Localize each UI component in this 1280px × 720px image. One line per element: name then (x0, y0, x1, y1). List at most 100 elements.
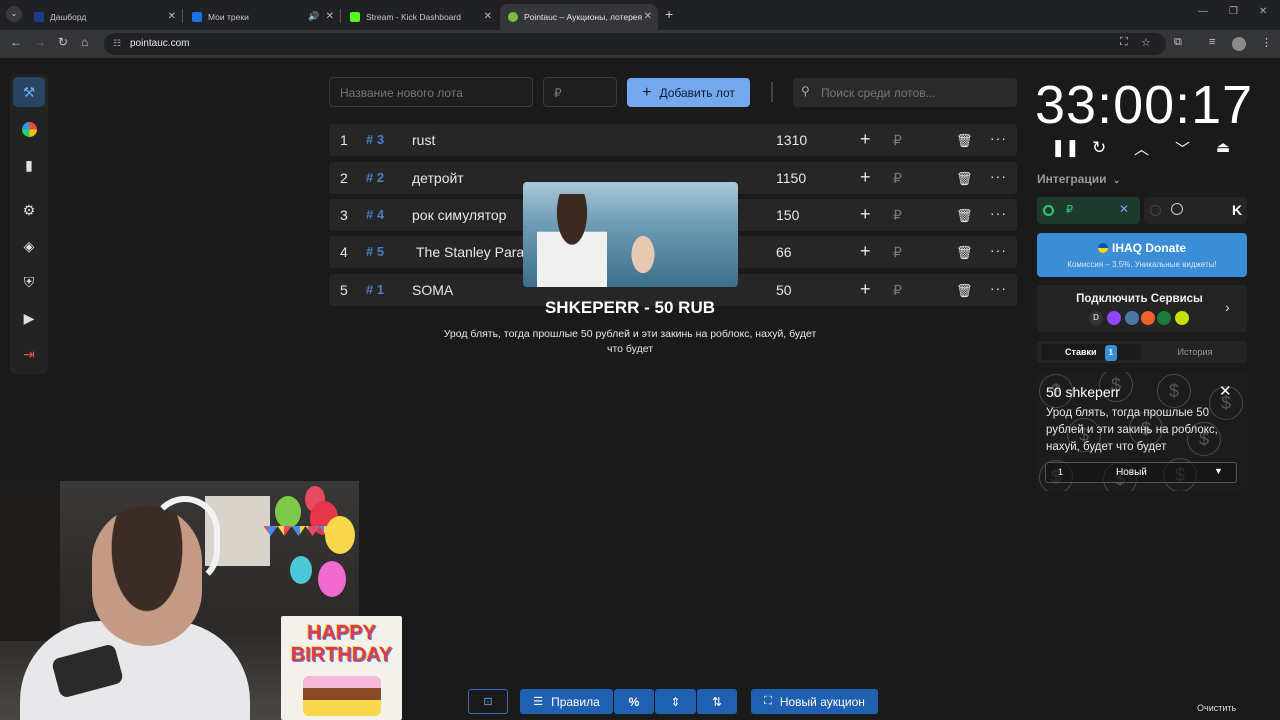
close-tab-icon[interactable]: ✕ (168, 11, 176, 22)
add-amount-icon[interactable]: + (860, 167, 871, 188)
lot-name[interactable]: rust (412, 132, 435, 148)
close-icon[interactable]: ✕ (1119, 202, 1129, 216)
sidebar-item-auction[interactable]: ⚒ (13, 77, 45, 107)
bet-lot-select[interactable]: 1 Новый ▼ (1045, 462, 1237, 483)
lot-row[interactable]: 1 # 3 rust 1310 + ₽ 🗑 ··· (329, 124, 1017, 156)
lot-amount[interactable]: 50 (776, 282, 792, 298)
extensions-icon[interactable]: ⧉ (1174, 36, 1182, 49)
close-tab-icon[interactable]: ✕ (326, 11, 334, 22)
home-icon[interactable]: ⌂ (81, 35, 88, 49)
close-icon[interactable]: ✕ (1219, 382, 1232, 400)
sidebar-item-security[interactable]: ⛨ (13, 267, 45, 297)
add-amount-icon[interactable]: + (860, 204, 871, 225)
sidebar-item-layers[interactable]: ◈ (13, 231, 45, 261)
integrations-toggle[interactable]: Интеграции ⌄ (1037, 172, 1120, 186)
browser-menu-icon[interactable]: ⋮ (1261, 36, 1272, 49)
bar-chart-icon: ▮ (25, 156, 33, 173)
close-tab-icon[interactable]: ✕ (643, 11, 652, 22)
lot-name[interactable]: детройт (412, 170, 464, 186)
close-tab-icon[interactable]: ✕ (484, 11, 492, 22)
browser-tab-tracks[interactable]: Мои треки 🔊 ✕ (184, 4, 340, 30)
plus-icon: + (642, 83, 652, 101)
save-slot-button[interactable]: ⊡ (468, 689, 508, 714)
trash-icon[interactable]: 🗑 (956, 171, 973, 187)
lot-name[interactable]: рок симулятор (412, 207, 506, 223)
more-options-icon[interactable]: ··· (990, 280, 1007, 296)
media-control-icon[interactable]: ≡ (1209, 36, 1215, 48)
speaker-icon[interactable]: 🔊 (308, 11, 319, 22)
new-auction-icon: ⛶ (764, 695, 772, 707)
add-amount-icon[interactable]: + (860, 241, 871, 262)
lot-amount-currency[interactable]: ₽ (893, 132, 902, 149)
integration-kick[interactable]: K (1144, 197, 1247, 224)
lot-amount[interactable]: 1150 (776, 170, 806, 186)
trash-icon[interactable]: 🗑 (956, 208, 973, 224)
integrations-label: Интеграции (1037, 172, 1107, 186)
status-radio-active[interactable] (1043, 205, 1054, 216)
tab-history[interactable]: История (1145, 344, 1245, 360)
lot-amount-currency[interactable]: ₽ (893, 207, 902, 224)
lot-name[interactable]: SOMA (412, 282, 453, 298)
new-lot-amount-input[interactable]: ₽ (543, 77, 617, 107)
bookmark-star-icon[interactable]: ☆ (1141, 36, 1151, 49)
bet-card[interactable]: $ $ $ $ $ $ $ $ $ $ 50 shkeperr ✕ Урод б… (1037, 372, 1247, 491)
more-options-icon[interactable]: ··· (990, 242, 1007, 258)
sidebar-item-statistics[interactable]: ▮ (13, 150, 45, 180)
back-icon[interactable]: ← (10, 35, 22, 49)
lot-amount[interactable]: 150 (776, 207, 799, 223)
percent-button[interactable]: % (614, 689, 654, 714)
sidebar-item-settings[interactable]: ⚙ (13, 195, 45, 225)
sort-button[interactable]: ⇅ (697, 689, 737, 714)
new-tab-icon[interactable]: + (665, 6, 673, 22)
sidebar-item-video[interactable]: ▶ (13, 303, 45, 333)
browser-tab-pointauc[interactable]: Pointauc – Аукционы, лотерея ✕ (500, 4, 658, 30)
clear-bets-button[interactable]: Очистить (1197, 703, 1236, 713)
more-options-icon[interactable]: ··· (990, 168, 1007, 184)
rules-button[interactable]: ☰ Правила (520, 689, 613, 714)
lot-search-input[interactable]: ⚲ Поиск среди лотов... (793, 78, 1017, 107)
lot-name[interactable]: The Stanley Para (416, 244, 524, 260)
reset-timer-icon[interactable]: ↻ (1092, 138, 1106, 158)
integration-donationalerts[interactable]: ₽ ✕ (1037, 197, 1140, 224)
site-info-icon[interactable]: ☷ (113, 38, 121, 49)
close-window-icon[interactable]: ✕ (1259, 6, 1267, 17)
tab-list-icon[interactable]: ⌄ (6, 6, 22, 22)
trash-icon[interactable]: 🗑 (956, 245, 973, 261)
timer-max-icon[interactable]: ⏏ (1216, 138, 1230, 156)
pause-icon[interactable]: ❚❚ (1051, 138, 1080, 158)
new-lot-name-input[interactable]: Название нового лота (329, 77, 533, 107)
minimize-window-icon[interactable]: — (1198, 6, 1208, 17)
translate-icon[interactable]: ⛶ (1120, 36, 1128, 49)
reload-icon[interactable]: ↻ (58, 35, 68, 49)
tab-bets[interactable]: Ставки 1 (1041, 344, 1141, 361)
trash-icon[interactable]: 🗑 (956, 283, 973, 299)
ihaq-donate-banner[interactable]: IHAQ Donate Комиссия – 3,5%. Уникальные … (1037, 233, 1247, 277)
new-auction-button[interactable]: ⛶ Новый аукцион (751, 689, 878, 714)
status-radio-inactive[interactable] (1150, 205, 1161, 216)
lot-amount[interactable]: 1310 (776, 132, 807, 148)
add-amount-icon[interactable]: + (860, 129, 871, 150)
restore-window-icon[interactable]: ❐ (1229, 6, 1238, 17)
lot-amount-currency[interactable]: ₽ (893, 282, 902, 299)
align-button[interactable]: ⇕ (655, 689, 696, 714)
connect-services-button[interactable]: Подключить Сервисы D › (1037, 285, 1247, 332)
url-field[interactable]: ☷ pointauc.com (104, 33, 1166, 55)
add-amount-icon[interactable]: + (860, 279, 871, 300)
sidebar-item-logout[interactable]: ⇥ (13, 339, 45, 369)
auction-timer: 33:00:17 (1035, 75, 1254, 135)
sidebar-item-wheel[interactable] (13, 114, 45, 144)
more-options-icon[interactable]: ··· (990, 205, 1007, 221)
timer-down-icon[interactable]: ﹀ (1175, 138, 1190, 159)
browser-tab-dashboard[interactable]: Дашборд ✕ (26, 4, 182, 30)
add-lot-button[interactable]: + Добавить лот (627, 78, 750, 107)
lot-amount-currency[interactable]: ₽ (893, 170, 902, 187)
lot-amount[interactable]: 66 (776, 244, 792, 260)
lot-amount-currency[interactable]: ₽ (893, 244, 902, 261)
browser-tab-kick[interactable]: Stream - Kick Dashboard ✕ (342, 4, 498, 30)
profile-avatar[interactable] (1232, 37, 1246, 51)
more-options-icon[interactable]: ··· (990, 130, 1007, 146)
timer-up-icon[interactable]: ︿ (1134, 138, 1149, 159)
forward-icon[interactable]: → (34, 35, 46, 49)
trash-icon[interactable]: 🗑 (956, 133, 973, 149)
headphones (150, 496, 220, 586)
